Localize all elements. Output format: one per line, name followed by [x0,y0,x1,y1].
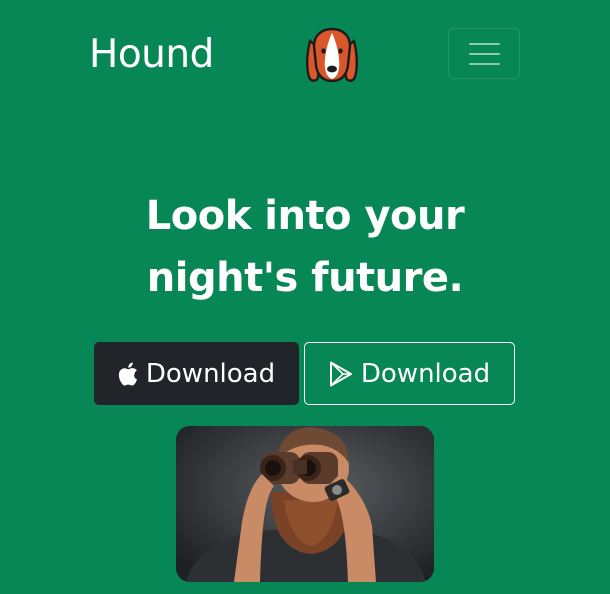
apple-icon [118,362,138,386]
app-store-download-button[interactable]: Download [94,342,299,405]
hero-photo-binoculars-man [176,426,434,582]
brand-link[interactable]: Hound [89,30,214,80]
google-play-download-label: Download [360,358,491,389]
app-store-download-label: Download [145,358,276,389]
hero-headline: Look into your night's future. [0,185,610,309]
google-play-download-button[interactable]: Download [304,342,515,405]
hero-headline-line-1: Look into your [145,193,465,239]
hero-headline-line-2: night's future. [146,255,464,301]
basset-hound-logo-icon [306,27,358,83]
google-play-icon [329,361,353,387]
navbar-toggle-button[interactable] [448,28,520,79]
page: Hound Look into your night's future. Dow… [0,0,610,594]
